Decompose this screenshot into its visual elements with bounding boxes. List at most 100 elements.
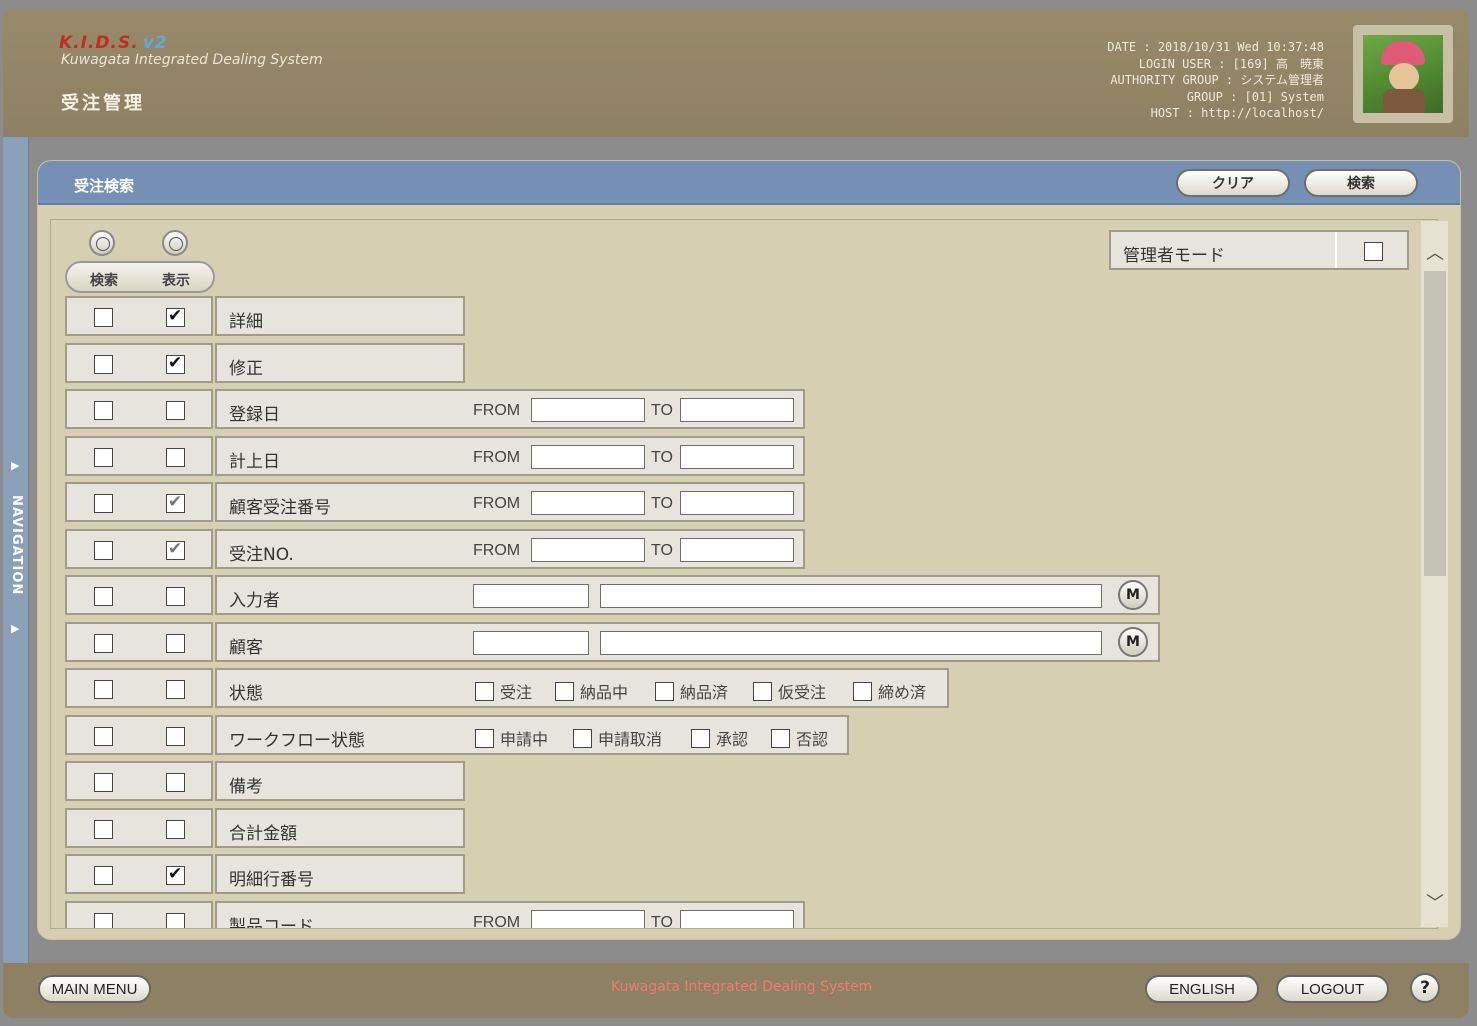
- code-input[interactable]: [473, 584, 589, 608]
- logout-button[interactable]: LOGOUT: [1276, 975, 1389, 1003]
- navigation-toggle[interactable]: ▶ NAVIGATION ▶: [3, 137, 29, 963]
- option-item[interactable]: 締め済: [853, 679, 926, 703]
- option-checkbox[interactable]: [655, 682, 674, 701]
- option-field: 申請中 申請取消 承認 否認: [463, 714, 849, 755]
- scroll-down-icon[interactable]: ﹀: [1425, 889, 1445, 915]
- row-label: ワークフロー状態: [215, 714, 465, 755]
- search-checkbox[interactable]: [94, 773, 113, 792]
- display-checkbox[interactable]: [166, 912, 185, 928]
- display-checkbox[interactable]: [166, 492, 185, 513]
- option-label: 仮受注: [778, 683, 827, 702]
- to-input[interactable]: [680, 909, 794, 928]
- row-label: 入力者: [215, 575, 465, 615]
- search-checkbox[interactable]: [94, 308, 113, 327]
- row-checkbox-cell: [65, 528, 213, 569]
- to-input[interactable]: [680, 444, 794, 469]
- display-all-radio[interactable]: [162, 230, 188, 256]
- vertical-scrollbar[interactable]: ︿ ﹀: [1421, 221, 1448, 927]
- help-icon[interactable]: ?: [1410, 973, 1440, 1003]
- from-label: FROM: [473, 402, 521, 419]
- option-item[interactable]: 納品中: [555, 679, 628, 703]
- search-checkbox[interactable]: [94, 726, 113, 746]
- row-checkbox-cell: [65, 714, 213, 755]
- to-input[interactable]: [680, 491, 794, 515]
- row-label: 計上日: [215, 435, 465, 476]
- row-label: 製品コード: [215, 900, 465, 928]
- english-button[interactable]: ENGLISH: [1145, 975, 1259, 1003]
- from-input[interactable]: [531, 444, 645, 469]
- display-checkbox[interactable]: [166, 353, 185, 374]
- option-item[interactable]: 納品済: [655, 679, 728, 703]
- option-item[interactable]: 仮受注: [753, 679, 826, 703]
- search-button[interactable]: 検索: [1304, 169, 1418, 197]
- to-input[interactable]: [680, 398, 794, 422]
- option-checkbox[interactable]: [475, 728, 494, 748]
- admin-mode-label: 管理者モード: [1123, 246, 1225, 266]
- search-checkbox[interactable]: [94, 866, 113, 885]
- name-input[interactable]: [600, 584, 1102, 608]
- search-all-radio[interactable]: [89, 230, 115, 256]
- option-checkbox[interactable]: [691, 728, 710, 748]
- row-label: 登録日: [215, 389, 465, 429]
- from-label: FROM: [473, 495, 521, 512]
- master-lookup-button[interactable]: M: [1118, 580, 1148, 610]
- option-checkbox[interactable]: [753, 682, 772, 701]
- footer-system-name: Kuwagata Integrated Dealing System: [611, 979, 873, 995]
- lookup-field: M: [463, 575, 1160, 615]
- option-item[interactable]: 受注: [475, 679, 532, 703]
- clear-button[interactable]: クリア: [1176, 169, 1290, 197]
- admin-mode-checkbox[interactable]: [1364, 242, 1383, 261]
- panel-header: 受注検索 クリア 検索: [38, 161, 1460, 205]
- option-checkbox[interactable]: [475, 682, 494, 701]
- main-menu-button[interactable]: MAIN MENU: [38, 975, 151, 1003]
- display-checkbox[interactable]: [166, 633, 185, 653]
- option-checkbox[interactable]: [771, 728, 790, 748]
- to-label: TO: [651, 402, 673, 419]
- display-checkbox[interactable]: [166, 680, 185, 699]
- row-label: 合計金額: [215, 807, 465, 848]
- search-checkbox[interactable]: [94, 401, 113, 420]
- search-form: 検索 表示 管理者モード 詳細修正登録日 FROM TO 計上日 FROM TO 顧客受注番…: [50, 219, 1438, 929]
- name-input[interactable]: [600, 630, 1102, 655]
- avatar[interactable]: [1353, 25, 1453, 123]
- option-label: 受注: [500, 683, 533, 702]
- search-checkbox[interactable]: [94, 447, 113, 467]
- display-checkbox[interactable]: [166, 726, 185, 746]
- code-input[interactable]: [473, 630, 589, 655]
- row-checkbox-cell: [65, 435, 213, 476]
- search-checkbox[interactable]: [94, 633, 113, 653]
- from-input[interactable]: [531, 537, 645, 562]
- option-item[interactable]: 承認: [691, 726, 748, 750]
- display-checkbox[interactable]: [166, 587, 185, 606]
- search-checkbox[interactable]: [94, 680, 113, 699]
- display-checkbox[interactable]: [166, 539, 185, 560]
- row-label: 顧客受注番号: [215, 482, 465, 522]
- to-input[interactable]: [680, 537, 794, 562]
- display-checkbox[interactable]: [166, 819, 185, 839]
- option-item[interactable]: 申請中: [475, 726, 548, 750]
- option-item[interactable]: 否認: [771, 726, 828, 750]
- search-checkbox[interactable]: [94, 587, 113, 606]
- app-header: K.I.D.S. v2 Kuwagata Integrated Dealing S…: [3, 9, 1469, 137]
- search-checkbox[interactable]: [94, 819, 113, 839]
- option-checkbox[interactable]: [853, 682, 872, 701]
- option-checkbox[interactable]: [573, 728, 592, 748]
- search-checkbox[interactable]: [94, 540, 113, 560]
- from-input[interactable]: [531, 491, 645, 515]
- from-input[interactable]: [531, 909, 645, 928]
- option-checkbox[interactable]: [555, 682, 574, 701]
- master-lookup-button[interactable]: M: [1118, 626, 1148, 657]
- display-checkbox[interactable]: [166, 864, 185, 885]
- search-checkbox[interactable]: [94, 912, 113, 928]
- search-checkbox[interactable]: [94, 494, 113, 513]
- display-checkbox[interactable]: [166, 306, 185, 327]
- search-checkbox[interactable]: [94, 354, 113, 374]
- page-title: 受注管理: [61, 93, 145, 114]
- scroll-up-icon[interactable]: ︿: [1425, 239, 1445, 265]
- option-item[interactable]: 申請取消: [573, 726, 662, 750]
- display-checkbox[interactable]: [166, 447, 185, 467]
- display-checkbox[interactable]: [166, 401, 185, 420]
- from-input[interactable]: [531, 398, 645, 422]
- display-checkbox[interactable]: [166, 773, 185, 792]
- scroll-thumb[interactable]: [1424, 271, 1446, 576]
